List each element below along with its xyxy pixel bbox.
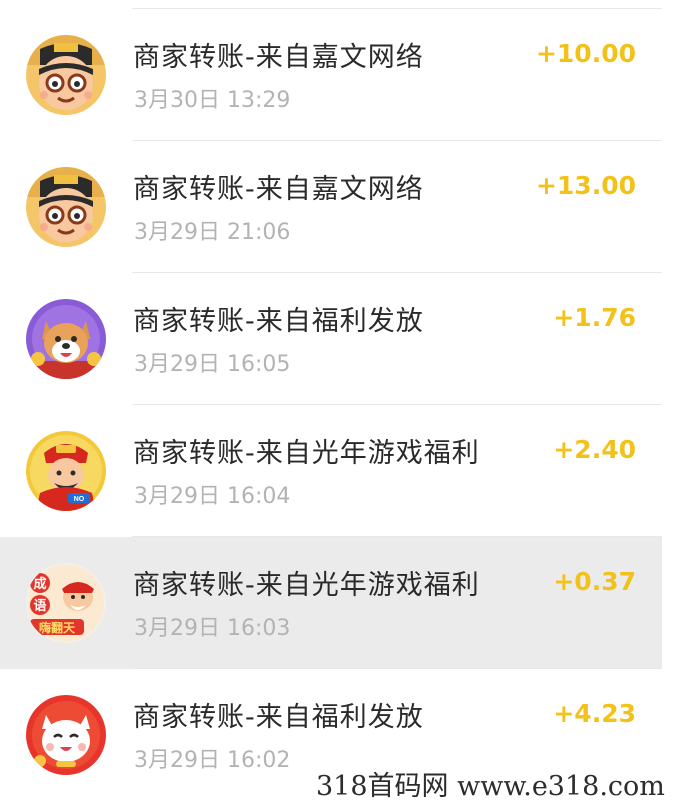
avatar-text: 语 [33, 599, 46, 614]
transaction-amount: +13.00 [535, 171, 636, 200]
transaction-history-page: 商家转账-来自嘉文网络 3月30日 13:29 +10.00 商家转账-来自嘉文… [0, 0, 695, 800]
transaction-time: 3月30日 13:29 [134, 88, 291, 113]
transaction-title: 商家转账-来自光年游戏福利 [133, 570, 480, 601]
transaction-time: 3月29日 21:06 [134, 220, 291, 245]
shiba-dog-avatar-icon [26, 299, 106, 379]
watermark: 318首码网 www.e318.com [312, 764, 669, 800]
idiom-game-avatar-icon: 成 语 嗨翻天 [26, 563, 106, 643]
transaction-row[interactable]: 商家转账-来自嘉文网络 3月29日 21:06 +13.00 [0, 141, 662, 273]
transaction-list: 商家转账-来自嘉文网络 3月30日 13:29 +10.00 商家转账-来自嘉文… [0, 9, 662, 800]
transaction-amount: +1.76 [553, 303, 636, 332]
lucky-cat-avatar-icon [26, 695, 106, 775]
svg-text:NO: NO [74, 496, 85, 503]
transaction-title: 商家转账-来自福利发放 [133, 702, 424, 733]
transaction-title: 商家转账-来自嘉文网络 [133, 174, 424, 205]
transaction-row[interactable]: NO 商家转账-来自光年游戏福利 3月29日 16:04 +2.40 [0, 405, 662, 537]
transaction-title: 商家转账-来自福利发放 [133, 306, 424, 337]
avatar-text: 嗨翻天 [39, 620, 76, 635]
transaction-row[interactable]: 商家转账-来自福利发放 3月29日 16:05 +1.76 [0, 273, 662, 405]
transaction-time: 3月29日 16:05 [134, 352, 291, 377]
avatar-text: 成 [33, 576, 46, 592]
cartoon-man-avatar-icon [26, 167, 106, 247]
transaction-row[interactable]: 成 语 嗨翻天 商家转账-来自光年游戏福利 3月29日 16:03 +0.37 [0, 537, 662, 669]
transaction-title: 商家转账-来自嘉文网络 [133, 42, 424, 73]
transaction-title: 商家转账-来自光年游戏福利 [133, 438, 480, 469]
god-of-wealth-avatar-icon: NO [26, 431, 106, 511]
transaction-time: 3月29日 16:04 [134, 484, 291, 509]
transaction-amount: +2.40 [553, 435, 636, 464]
cartoon-man-avatar-icon [26, 35, 106, 115]
transaction-amount: +10.00 [535, 39, 636, 68]
transaction-amount: +4.23 [553, 699, 636, 728]
transaction-amount: +0.37 [553, 567, 636, 596]
transaction-time: 3月29日 16:02 [134, 748, 291, 773]
transaction-row[interactable]: 商家转账-来自嘉文网络 3月30日 13:29 +10.00 [0, 9, 662, 141]
transaction-time: 3月29日 16:03 [134, 616, 291, 641]
